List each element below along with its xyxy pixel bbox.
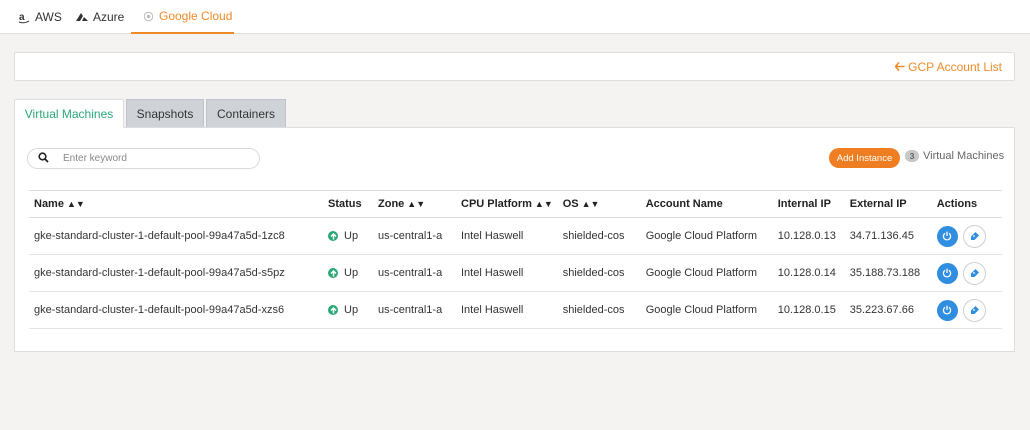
col-name-label: Name [34,198,64,210]
col-account-name: Account Name [640,190,773,218]
col-name[interactable]: Name ▲▼ [29,190,323,218]
col-internal-ip: Internal IP [772,190,845,218]
status-indicator: Up [328,230,368,242]
vm-internal-ip: 10.128.0.14 [772,254,845,292]
vm-os: shielded-cos [557,217,641,255]
status-label: Up [344,304,359,316]
search-input[interactable] [63,153,243,164]
power-icon [943,268,952,278]
vm-count-label: Virtual Machines [923,150,1005,162]
status-label: Up [344,267,359,279]
arrow-up-circle-icon [328,231,338,241]
tag-icon [970,231,979,240]
col-status: Status [323,190,373,218]
tab-aws[interactable]: a AWS [18,0,62,34]
row-actions [936,224,997,248]
vm-account-name: Google Cloud Platform [640,291,773,329]
col-zone-label: Zone [378,198,405,210]
vm-account-name: Google Cloud Platform [640,254,773,292]
provider-tab-bar: a AWS Azure Google Cloud [0,0,1030,34]
col-actions: Actions [931,190,1002,218]
col-cpu-label: CPU Platform [461,198,532,210]
amazon-icon: a [18,11,30,24]
col-zone[interactable]: Zone ▲▼ [373,190,456,218]
tag-button[interactable] [962,298,986,322]
virtual-machines-panel: Add Instance 3 Virtual Machines Name▲▼ S… [14,127,1015,352]
status-label: Up [344,230,359,242]
azure-icon [76,12,88,22]
power-icon [943,231,952,241]
sort-icon: ▲▼ [66,199,85,209]
gcp-account-list-label: GCP Account List [908,60,1002,74]
gcp-icon [143,11,154,22]
table-header-row: Name ▲▼ Status Zone ▲▼ CPU Platform ▲▼ OS ▲▼… [29,190,1002,218]
arrow-up-circle-icon [328,305,338,315]
vm-external-ip: 35.223.67.66 [844,291,932,329]
table-row: gke-standard-cluster-1-default-pool-99a4… [29,217,1002,255]
col-external-ip: External IP [844,190,932,218]
col-cpu-platform[interactable]: CPU Platform ▲▼ [456,190,558,218]
vm-name: gke-standard-cluster-1-default-pool-99a4… [29,291,323,329]
vm-zone: us-central1-a [373,291,456,329]
vm-os: shielded-cos [557,291,641,329]
power-button[interactable] [936,225,958,247]
vm-zone: us-central1-a [373,254,456,292]
col-os-label: OS [562,198,579,210]
tab-snapshots[interactable]: Snapshots [126,99,204,127]
account-bar: GCP Account List [14,52,1015,81]
col-actions-label: Actions [936,198,978,210]
tag-icon [970,268,979,277]
power-icon [943,305,952,315]
search-box[interactable] [27,148,260,169]
tab-google-cloud-label: Google Cloud [159,9,233,23]
sort-icon: ▲▼ [581,199,600,209]
tab-virtual-machines[interactable]: Virtual Machines [14,99,124,128]
svg-text:a: a [19,12,25,23]
status-indicator: Up [328,304,368,316]
vm-external-ip: 34.71.136.45 [844,217,932,255]
vm-cpu-platform: Intel Haswell [456,291,558,329]
tag-button[interactable] [962,224,986,248]
tab-google-cloud[interactable]: Google Cloud [131,0,234,34]
tag-button[interactable] [962,261,986,285]
tab-azure[interactable]: Azure [76,0,124,34]
table-row: gke-standard-cluster-1-default-pool-99a4… [29,291,1002,329]
col-internal-ip-label: Internal IP [777,198,831,210]
vm-count: 3 Virtual Machines [905,150,1004,162]
add-instance-button[interactable]: Add Instance [829,148,900,168]
col-account-label: Account Name [645,198,723,210]
vm-table: Name ▲▼ Status Zone ▲▼ CPU Platform ▲▼ OS ▲▼… [29,190,1002,329]
tab-containers[interactable]: Containers [206,99,286,127]
vm-name: gke-standard-cluster-1-default-pool-99a4… [29,254,323,292]
sort-icon: ▲▼ [534,199,553,209]
vm-internal-ip: 10.128.0.15 [772,291,845,329]
vm-external-ip: 35.188.73.188 [844,254,932,292]
vm-name: gke-standard-cluster-1-default-pool-99a4… [29,217,323,255]
power-button[interactable] [936,262,958,284]
col-external-ip-label: External IP [849,198,907,210]
col-os[interactable]: OS ▲▼ [557,190,641,218]
row-actions [936,298,997,322]
col-status-label: Status [328,198,362,210]
vm-os: shielded-cos [557,254,641,292]
tab-azure-label: Azure [93,10,125,24]
vm-cpu-platform: Intel Haswell [456,217,558,255]
search-icon [38,151,49,166]
vm-cpu-platform: Intel Haswell [456,254,558,292]
vm-zone: us-central1-a [373,217,456,255]
vm-account-name: Google Cloud Platform [640,217,773,255]
table-row: gke-standard-cluster-1-default-pool-99a4… [29,254,1002,292]
gcp-account-list-link[interactable]: GCP Account List [894,60,1002,74]
row-actions [936,261,997,285]
power-button[interactable] [936,299,958,321]
arrow-left-icon [894,60,905,74]
tab-aws-label: AWS [35,10,62,24]
sort-icon: ▲▼ [407,199,426,209]
vm-internal-ip: 10.128.0.13 [772,217,845,255]
tag-icon [970,305,979,314]
arrow-up-circle-icon [328,268,338,278]
status-indicator: Up [328,267,368,279]
vm-count-badge: 3 [905,150,919,162]
